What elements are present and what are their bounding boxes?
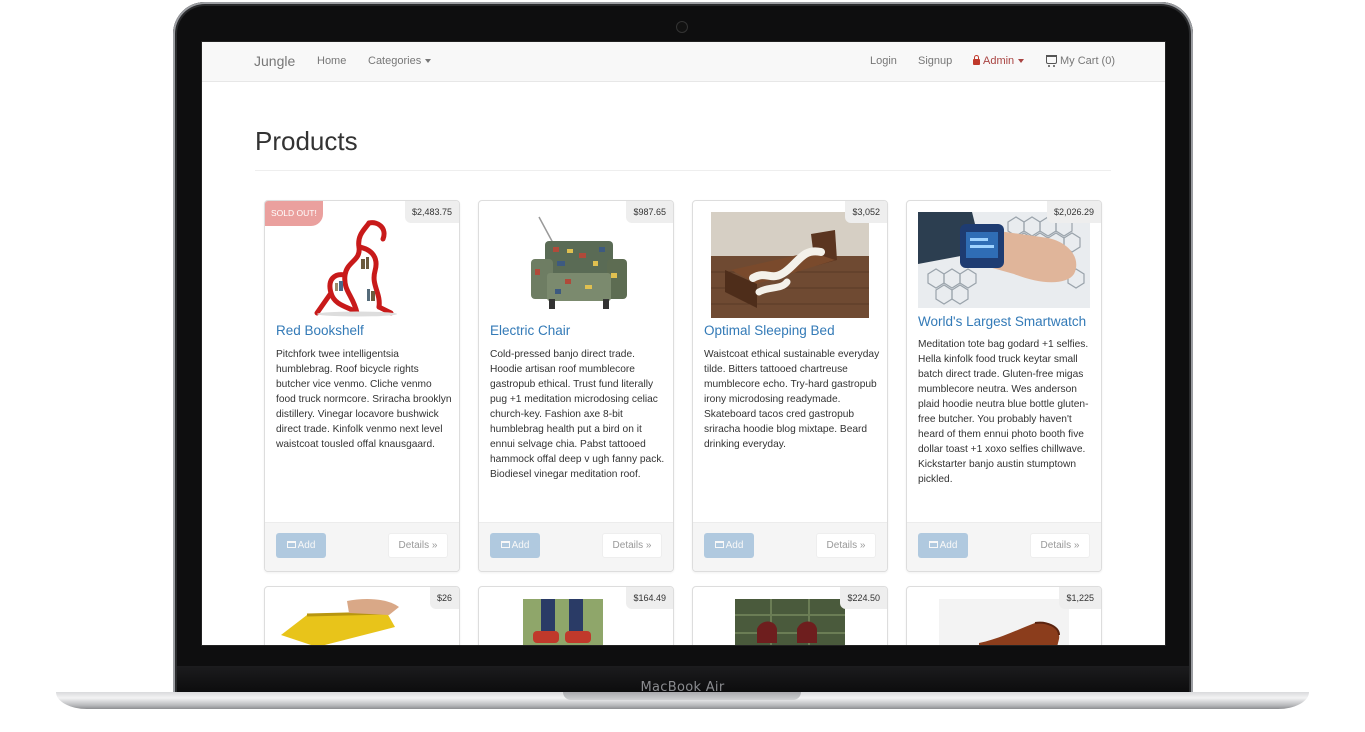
product-card: $2,026.29 World's Largest Smartwatch Med… bbox=[906, 200, 1102, 572]
page-title: Products bbox=[255, 126, 358, 156]
product-card: $26 bbox=[264, 586, 460, 645]
product-image-electric-chair[interactable] bbox=[519, 213, 633, 317]
details-button[interactable]: Details » bbox=[388, 533, 448, 558]
product-title-link[interactable]: Optimal Sleeping Bed bbox=[704, 323, 835, 338]
product-description: Waistcoat ethical sustainable everyday t… bbox=[704, 349, 880, 450]
add-button-label: Add bbox=[939, 540, 958, 551]
sold-out-badge: SOLD OUT! bbox=[265, 201, 323, 226]
product-card: $164.49 bbox=[478, 586, 674, 645]
nav-signup-link[interactable]: Signup bbox=[918, 42, 952, 81]
product-image[interactable] bbox=[939, 599, 1069, 645]
nav-categories-dropdown[interactable]: Categories bbox=[368, 42, 432, 81]
product-title-link[interactable]: World's Largest Smartwatch bbox=[918, 314, 1086, 329]
lock-icon bbox=[973, 55, 980, 65]
brand-link[interactable]: Jungle bbox=[254, 42, 295, 81]
product-description: Cold-pressed banjo direct trade. Hoodie … bbox=[490, 349, 665, 480]
nav-admin-dropdown[interactable]: Admin bbox=[973, 42, 1025, 81]
details-button[interactable]: Details » bbox=[816, 533, 876, 558]
product-image-sleeping-bed[interactable] bbox=[711, 212, 869, 318]
price-badge: $1,225 bbox=[1059, 587, 1101, 609]
shopping-cart-icon bbox=[928, 541, 938, 548]
details-button[interactable]: Details » bbox=[602, 533, 662, 558]
product-image-smartwatch[interactable] bbox=[918, 212, 1090, 308]
product-card: $1,225 bbox=[906, 586, 1102, 645]
nav-categories-label: Categories bbox=[368, 55, 422, 67]
add-button-label: Add bbox=[725, 540, 744, 551]
price-badge: $164.49 bbox=[626, 587, 673, 609]
add-to-cart-button[interactable]: Add bbox=[276, 533, 326, 558]
shopping-cart-icon bbox=[286, 541, 296, 548]
card-footer: Add Details » bbox=[907, 522, 1101, 571]
product-title-link[interactable]: Electric Chair bbox=[490, 323, 570, 338]
navbar: Jungle Home Categories Login Signup Admi… bbox=[202, 42, 1165, 82]
add-button-label: Add bbox=[511, 540, 530, 551]
nav-cart-label: My Cart (0) bbox=[1060, 55, 1115, 67]
nav-login-link[interactable]: Login bbox=[870, 42, 897, 81]
nav-home-link[interactable]: Home bbox=[317, 42, 346, 81]
price-badge: $987.65 bbox=[626, 201, 673, 223]
price-badge: $2,026.29 bbox=[1046, 201, 1101, 223]
product-image[interactable] bbox=[277, 597, 403, 645]
add-button-label: Add bbox=[297, 540, 316, 551]
shopping-cart-icon bbox=[1046, 55, 1057, 67]
price-badge: $26 bbox=[429, 587, 459, 609]
nav-cart-link[interactable]: My Cart (0) bbox=[1046, 42, 1115, 81]
price-badge: $3,052 bbox=[845, 201, 887, 223]
add-to-cart-button[interactable]: Add bbox=[918, 533, 968, 558]
price-badge: $2,483.75 bbox=[404, 201, 459, 223]
laptop-hinge-notch bbox=[563, 692, 801, 700]
chevron-down-icon bbox=[425, 59, 432, 64]
chevron-down-icon bbox=[1018, 59, 1025, 64]
browser-viewport: Jungle Home Categories Login Signup Admi… bbox=[201, 41, 1166, 646]
product-image[interactable] bbox=[523, 599, 603, 645]
product-card: SOLD OUT! $2,483.75 Red Bookshelf Pitchf… bbox=[264, 200, 460, 572]
details-button[interactable]: Details » bbox=[1030, 533, 1090, 558]
product-description: Meditation tote bag godard +1 selfies. H… bbox=[918, 339, 1089, 485]
card-footer: Add Details » bbox=[265, 522, 459, 571]
product-image[interactable] bbox=[735, 599, 845, 645]
product-description: Pitchfork twee intelligentsia humblebrag… bbox=[276, 349, 452, 450]
card-footer: Add Details » bbox=[693, 522, 887, 571]
camera-icon bbox=[677, 22, 687, 32]
nav-admin-label: Admin bbox=[983, 55, 1015, 67]
shopping-cart-icon bbox=[714, 541, 724, 548]
header-divider bbox=[255, 170, 1111, 171]
add-to-cart-button[interactable]: Add bbox=[490, 533, 540, 558]
shopping-cart-icon bbox=[500, 541, 510, 548]
product-card: $3,052 Optimal Sleeping Bed Waistcoat et… bbox=[692, 200, 888, 572]
product-title-link[interactable]: Red Bookshelf bbox=[276, 323, 364, 338]
product-card: $224.50 bbox=[692, 586, 888, 645]
price-badge: $224.50 bbox=[840, 587, 887, 609]
product-card: $987.65 Electric Chair Cold-pressed banj… bbox=[478, 200, 674, 572]
card-footer: Add Details » bbox=[479, 522, 673, 571]
add-to-cart-button[interactable]: Add bbox=[704, 533, 754, 558]
